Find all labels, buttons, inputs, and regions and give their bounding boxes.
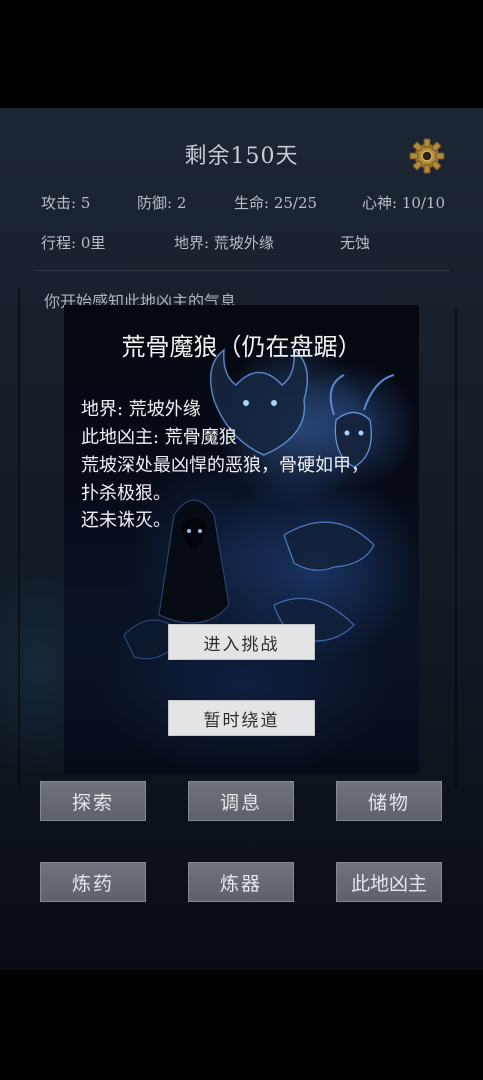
- background-tree: [455, 308, 457, 788]
- gear-icon[interactable]: [407, 136, 447, 176]
- forge-button[interactable]: 炼器: [188, 862, 294, 902]
- dialog-boss-name: 此地凶主: 荒骨魔狼: [81, 427, 237, 448]
- screen: 剩余150天 攻击: 5 防御: 2 生命: 25/25 心神: 10/10 行…: [0, 0, 483, 1080]
- rest-button[interactable]: 调息: [188, 781, 294, 821]
- challenge-button[interactable]: 进入挑战: [168, 624, 315, 660]
- dialog-description: 荒坡深处最凶悍的恶狼，骨硬如甲，: [81, 455, 369, 476]
- background-tree: [18, 288, 20, 788]
- dialog-realm: 地界: 荒坡外缘: [81, 399, 201, 420]
- detour-button[interactable]: 暂时绕道: [168, 700, 315, 736]
- realm-stat: 地界: 荒坡外缘: [174, 234, 274, 252]
- mind-stat: 心神: 10/10: [362, 194, 446, 212]
- dialog-description-cont: 扑杀极狠。: [81, 483, 171, 504]
- dialog-status: 还未诛灭。: [81, 510, 171, 531]
- defense-stat: 防御: 2: [137, 194, 187, 212]
- journey-stat: 行程: 0里: [41, 234, 106, 252]
- life-stat: 生命: 25/25: [234, 194, 318, 212]
- boss-button[interactable]: 此地凶主: [336, 862, 442, 902]
- corruption-stat: 无蚀: [340, 234, 371, 252]
- boss-dialog: 荒骨魔狼（仍在盘踞） 地界: 荒坡外缘 此地凶主: 荒骨魔狼 荒坡深处最凶悍的恶…: [64, 305, 419, 774]
- attack-stat: 攻击: 5: [41, 194, 91, 212]
- alchemy-button[interactable]: 炼药: [40, 862, 146, 902]
- explore-button[interactable]: 探索: [40, 781, 146, 821]
- divider: [34, 270, 449, 271]
- storage-button[interactable]: 储物: [336, 781, 442, 821]
- dialog-title: 荒骨魔狼（仍在盘踞）: [121, 333, 362, 361]
